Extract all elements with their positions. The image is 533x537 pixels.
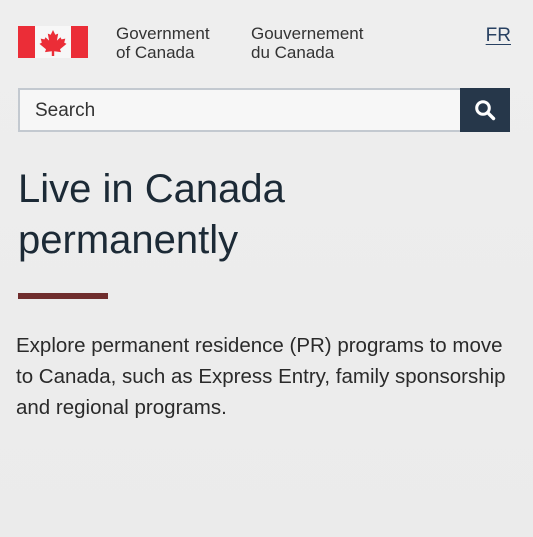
page-title: Live in Canada permanently xyxy=(18,164,498,266)
signature-fr-line1: Gouvernement xyxy=(251,24,364,43)
signature-fr-line2: du Canada xyxy=(251,43,335,62)
signature-english: Government of Canada xyxy=(116,24,210,62)
search-bar: Search xyxy=(18,88,511,134)
site-header: Government of Canada Gouvernement du Can… xyxy=(18,24,513,64)
search-placeholder: Search xyxy=(35,100,96,121)
search-button[interactable] xyxy=(460,88,510,132)
signature-french: Gouvernement du Canada xyxy=(251,24,363,62)
signature-en-line1: Government xyxy=(116,24,210,43)
page-title-line2: permanently xyxy=(18,218,239,262)
search-icon xyxy=(475,100,496,121)
page: Government of Canada Gouvernement du Can… xyxy=(0,0,533,537)
page-title-line1: Live in Canada xyxy=(18,167,285,211)
intro-paragraph: Explore permanent residence (PR) program… xyxy=(16,334,506,419)
signature-en-line2: of Canada xyxy=(116,43,195,62)
canada-flag-icon[interactable] xyxy=(18,26,88,58)
title-accent-bar xyxy=(18,293,108,299)
search-input[interactable]: Search xyxy=(18,88,462,132)
language-toggle-link[interactable]: FR xyxy=(486,25,511,47)
